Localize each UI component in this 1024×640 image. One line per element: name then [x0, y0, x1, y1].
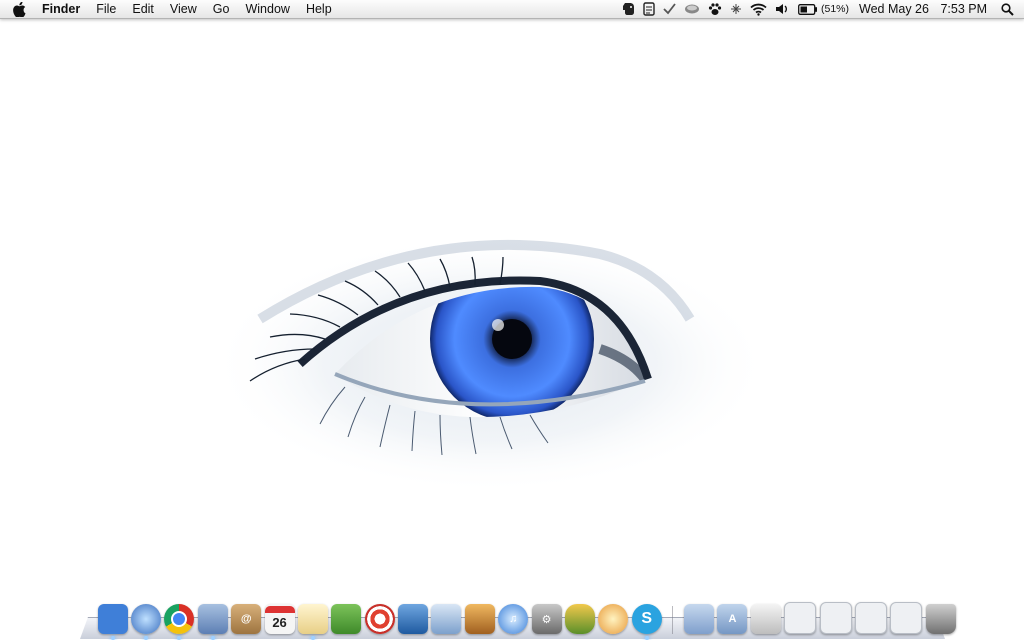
- evernote-icon[interactable]: [622, 0, 635, 18]
- preview-icon[interactable]: [197, 604, 228, 640]
- menu-file[interactable]: File: [88, 0, 124, 18]
- ical-icon[interactable]: 26: [264, 604, 295, 634]
- notes-icon[interactable]: [643, 0, 655, 18]
- mail-icon[interactable]: [398, 604, 429, 634]
- menu-finder[interactable]: Finder: [38, 0, 88, 18]
- minimized-window-4[interactable]: [890, 602, 923, 634]
- documents-folder-icon[interactable]: [684, 604, 715, 634]
- coda-icon[interactable]: [598, 604, 629, 634]
- apple-menu-icon[interactable]: [0, 0, 38, 18]
- safari-icon[interactable]: [131, 604, 162, 640]
- wifi-icon[interactable]: [750, 0, 767, 18]
- trash-icon[interactable]: [925, 604, 956, 634]
- minimized-window-1[interactable]: [784, 602, 817, 634]
- address-book-icon[interactable]: @: [231, 604, 262, 634]
- clock-time: 7:53 PM: [940, 2, 987, 16]
- menu-help[interactable]: Help: [298, 0, 340, 18]
- battery-icon[interactable]: (51%): [798, 0, 849, 18]
- minimized-window-2[interactable]: [819, 602, 852, 634]
- menu-edit[interactable]: Edit: [124, 0, 162, 18]
- spotlight-icon[interactable]: [1001, 0, 1014, 18]
- bowl-icon[interactable]: [684, 0, 700, 18]
- minimized-window-3[interactable]: [854, 602, 887, 634]
- menu-view[interactable]: View: [162, 0, 205, 18]
- clock-date: Wed May 26: [859, 2, 929, 16]
- eye-wallpaper: [210, 234, 770, 494]
- chrome-icon[interactable]: [164, 604, 195, 640]
- finder-icon[interactable]: [97, 604, 128, 640]
- clock[interactable]: Wed May 26 7:53 PM: [859, 2, 987, 16]
- checkmark-icon[interactable]: [663, 0, 676, 18]
- screen-sharing-icon[interactable]: [364, 604, 395, 634]
- dock: @ 26 ♫ ⚙ S A: [96, 598, 957, 640]
- battery-percent: (51%): [820, 3, 849, 15]
- iphoto-icon[interactable]: [464, 604, 495, 634]
- iphoto-library-icon[interactable]: [431, 604, 462, 634]
- textedit-icon[interactable]: [297, 604, 328, 640]
- menu-bar: Finder File Edit View Go Window Help (51…: [0, 0, 1024, 19]
- calendar-day: 26: [272, 614, 287, 630]
- evernote-dock-icon[interactable]: [331, 604, 362, 634]
- applications-folder-icon[interactable]: A: [717, 604, 748, 634]
- skype-icon[interactable]: S: [631, 604, 662, 640]
- menu-window[interactable]: Window: [237, 0, 297, 18]
- itunes-icon[interactable]: ♫: [498, 604, 529, 634]
- system-preferences-icon[interactable]: ⚙: [531, 604, 562, 634]
- bluetooth-icon[interactable]: [730, 0, 742, 18]
- desktop[interactable]: [0, 19, 1024, 640]
- volume-icon[interactable]: [775, 0, 790, 18]
- paw-icon[interactable]: [708, 0, 722, 18]
- menu-go[interactable]: Go: [205, 0, 238, 18]
- printer-icon[interactable]: [750, 604, 781, 634]
- dock-separator: [672, 606, 674, 634]
- adium-icon[interactable]: [564, 604, 595, 634]
